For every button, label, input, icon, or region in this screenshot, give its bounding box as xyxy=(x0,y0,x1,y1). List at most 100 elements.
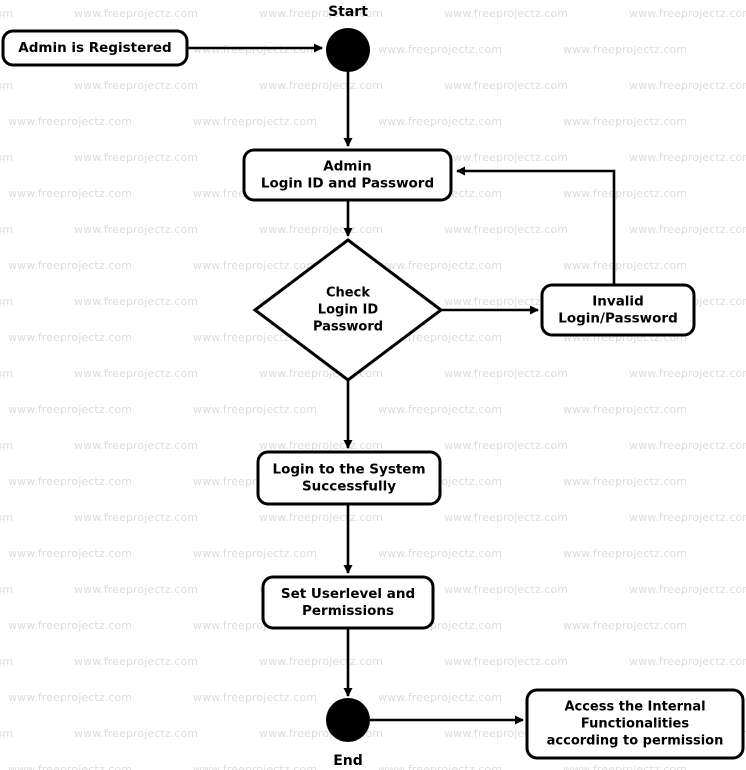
start-node-shape xyxy=(326,28,370,72)
watermark-text: www.freeprojectz.com xyxy=(8,331,132,344)
node-admin-login[interactable]: AdminLogin ID and Password xyxy=(242,148,453,202)
set-userlevel-label: Permissions xyxy=(302,603,394,619)
watermark-text: www.freeprojectz.com xyxy=(0,7,13,20)
watermark-text: www.freeprojectz.com xyxy=(444,367,568,380)
check-login-label: Check xyxy=(326,286,370,301)
invalid-login-label: Invalid xyxy=(592,294,643,310)
watermark-text: www.freeprojectz.com xyxy=(378,115,502,128)
set-userlevel-label: Set Userlevel and xyxy=(281,586,415,602)
end-node-shape xyxy=(326,698,370,742)
watermark-text: www.freeprojectz.com xyxy=(193,403,317,416)
admin-login-label: Admin xyxy=(323,159,371,175)
watermark-text: www.freeprojectz.com xyxy=(563,115,687,128)
watermark-text: www.freeprojectz.com xyxy=(8,115,132,128)
watermark-text: www.freeprojectz.com xyxy=(8,619,132,632)
watermark-text: www.freeprojectz.com xyxy=(563,619,687,632)
watermark-text: www.freeprojectz.com xyxy=(74,655,198,668)
node-access-internal[interactable]: Access the Internal Functionalities accord… xyxy=(525,688,745,760)
watermark-text: www.freeprojectz.com xyxy=(444,223,568,236)
login-success-label: Successfully xyxy=(302,479,396,495)
access-internal-label: according to permission xyxy=(547,734,724,749)
node-invalid-login[interactable]: InvalidLogin/Password xyxy=(540,283,696,337)
watermark-text: www.freeprojectz.com xyxy=(74,727,198,740)
watermark-text: www.freeprojectz.com xyxy=(0,367,13,380)
watermark-text: www.freeprojectz.com xyxy=(193,763,317,770)
end-caption: End xyxy=(333,753,363,769)
watermark-text: www.freeprojectz.com xyxy=(563,403,687,416)
node-set-userlevel[interactable]: Set Userlevel andPermissions xyxy=(261,575,435,630)
watermark-text: www.freeprojectz.com xyxy=(0,511,13,524)
watermark-text: www.freeprojectz.com xyxy=(629,367,746,380)
admin-login-label: Login ID and Password xyxy=(261,176,434,192)
node-login-success[interactable]: Login to the SystemSuccessfully xyxy=(256,450,442,506)
login-success-label: Login to the System xyxy=(272,462,425,478)
node-end-node[interactable] xyxy=(326,698,370,742)
watermark-text: www.freeprojectz.com xyxy=(0,655,13,668)
start-caption: Start xyxy=(328,4,368,20)
watermark-text: www.freeprojectz.com xyxy=(74,367,198,380)
watermark-text: www.freeprojectz.com xyxy=(74,223,198,236)
watermark-text: www.freeprojectz.com xyxy=(0,223,13,236)
watermark-text: www.freeprojectz.com xyxy=(259,223,383,236)
watermark-text: www.freeprojectz.com xyxy=(0,583,13,596)
watermark-text: www.freeprojectz.com xyxy=(74,151,198,164)
watermark-text: www.freeprojectz.com xyxy=(563,259,687,272)
watermark-text: www.freeprojectz.com xyxy=(444,655,568,668)
watermark-text: www.freeprojectz.com xyxy=(193,259,317,272)
watermark-text: www.freeprojectz.com xyxy=(563,547,687,560)
watermark-text: www.freeprojectz.com xyxy=(8,475,132,488)
watermark-text: www.freeprojectz.com xyxy=(629,223,746,236)
admin-is-registered-label: Admin is Registered xyxy=(18,40,171,56)
watermark-text: www.freeprojectz.com xyxy=(259,79,383,92)
watermark-text: www.freeprojectz.com xyxy=(0,79,13,92)
access-internal-label: Functionalities xyxy=(581,717,689,732)
watermark-text: www.freeprojectz.com xyxy=(378,403,502,416)
watermark-text: www.freeprojectz.com xyxy=(563,187,687,200)
watermark-text: www.freeprojectz.com xyxy=(0,295,13,308)
node-admin-is-registered[interactable]: Admin is Registered xyxy=(1,29,189,67)
node-layer: Admin is Registered AdminLogin ID and Pas… xyxy=(1,28,745,760)
watermark-text: www.freeprojectz.com xyxy=(259,439,383,452)
watermark-text: www.freeprojectz.com xyxy=(8,691,132,704)
watermark-text: www.freeprojectz.com xyxy=(629,655,746,668)
watermark-text: www.freeprojectz.com xyxy=(259,655,383,668)
watermark-text: www.freeprojectz.com xyxy=(74,7,198,20)
watermark-text: www.freeprojectz.com xyxy=(444,79,568,92)
watermark-text: www.freeprojectz.com xyxy=(444,583,568,596)
watermark-text: www.freeprojectz.com xyxy=(0,439,13,452)
watermark-text: www.freeprojectz.com xyxy=(444,7,568,20)
watermark-text: www.freeprojectz.com xyxy=(444,151,568,164)
watermark-text: www.freeprojectz.com xyxy=(193,115,317,128)
watermark-text: www.freeprojectz.com xyxy=(378,259,502,272)
watermark-text: www.freeprojectz.com xyxy=(8,187,132,200)
watermark-text: www.freeprojectz.com xyxy=(629,511,746,524)
watermark-text: www.freeprojectz.com xyxy=(629,7,746,20)
watermark-text: www.freeprojectz.com xyxy=(378,547,502,560)
watermark-text: www.freeprojectz.com xyxy=(378,763,502,770)
watermark-text: www.freeprojectz.com xyxy=(74,583,198,596)
watermark-text: www.freeprojectz.com xyxy=(8,403,132,416)
check-login-label: Password xyxy=(313,320,383,335)
watermark-text: www.freeprojectz.com xyxy=(378,43,502,56)
watermark-text: www.freeprojectz.com xyxy=(8,547,132,560)
node-start-node[interactable] xyxy=(326,28,370,72)
watermark-text: www.freeprojectz.com xyxy=(8,763,132,770)
watermark-text: www.freeprojectz.com xyxy=(74,439,198,452)
access-internal-label: Access the Internal xyxy=(564,700,705,715)
watermark-text: www.freeprojectz.com xyxy=(629,439,746,452)
check-login-label: Login ID xyxy=(318,303,379,318)
watermark-text: www.freeprojectz.com xyxy=(378,691,502,704)
watermark-text: www.freeprojectz.com xyxy=(444,511,568,524)
watermark-text: www.freeprojectz.com xyxy=(0,151,13,164)
watermark-text: www.freeprojectz.com xyxy=(193,547,317,560)
watermark-layer: www.freeprojectz.com www.freeprojectz.com… xyxy=(0,7,746,770)
activity-diagram-canvas: www.freeprojectz.com www.freeprojectz.com… xyxy=(0,4,746,770)
watermark-text: www.freeprojectz.com xyxy=(563,475,687,488)
watermark-text: www.freeprojectz.com xyxy=(563,43,687,56)
watermark-text: www.freeprojectz.com xyxy=(74,511,198,524)
watermark-text: www.freeprojectz.com xyxy=(0,727,13,740)
watermark-text: www.freeprojectz.com xyxy=(629,79,746,92)
watermark-text: www.freeprojectz.com xyxy=(193,691,317,704)
watermark-text: www.freeprojectz.com xyxy=(259,511,383,524)
watermark-text: www.freeprojectz.com xyxy=(563,763,687,770)
